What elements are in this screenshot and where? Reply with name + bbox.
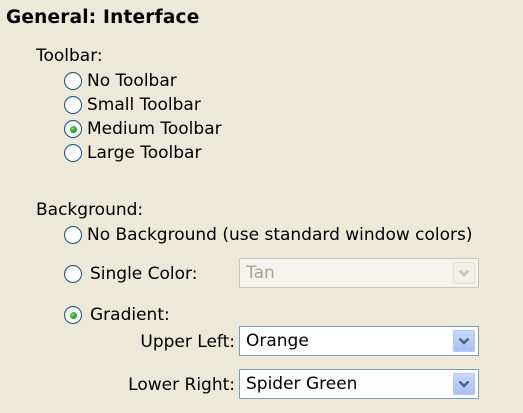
radio-medium-toolbar[interactable]: Medium Toolbar — [64, 119, 222, 139]
radio-small-toolbar[interactable]: Small Toolbar — [64, 95, 201, 115]
radio-dot-icon — [69, 125, 77, 133]
radio-large-toolbar[interactable]: Large Toolbar — [64, 143, 201, 163]
dropdown-button[interactable] — [453, 373, 475, 395]
chevron-down-icon — [458, 337, 470, 345]
lower-right-select[interactable]: Spider Green — [239, 369, 479, 399]
radio-gradient[interactable]: Gradient: — [64, 305, 170, 325]
radio-label-gradient: Gradient: — [90, 305, 170, 325]
radio-selected-icon[interactable] — [64, 120, 82, 138]
single-color-value: Tan — [246, 263, 275, 283]
chevron-down-icon — [458, 380, 470, 388]
background-group-label: Background: — [36, 200, 144, 220]
lower-right-value: Spider Green — [246, 374, 358, 394]
radio-label-large-toolbar: Large Toolbar — [87, 143, 202, 163]
radio-label-no-background: No Background (use standard window color… — [87, 225, 473, 245]
toolbar-group-label: Toolbar: — [36, 46, 103, 66]
radio-icon[interactable] — [64, 226, 82, 244]
radio-icon[interactable] — [64, 96, 82, 114]
dropdown-button[interactable] — [453, 330, 475, 352]
radio-no-background[interactable]: No Background (use standard window color… — [64, 225, 473, 245]
radio-selected-icon[interactable] — [64, 306, 82, 324]
radio-icon[interactable] — [64, 72, 82, 90]
radio-label-medium-toolbar: Medium Toolbar — [87, 119, 222, 139]
radio-label-no-toolbar: No Toolbar — [87, 71, 177, 91]
radio-label-single-color: Single Color: — [90, 264, 198, 284]
lower-right-label: Lower Right: — [128, 375, 235, 395]
radio-no-toolbar[interactable]: No Toolbar — [64, 71, 177, 91]
radio-icon[interactable] — [64, 144, 82, 162]
upper-left-select[interactable]: Orange — [239, 326, 479, 356]
section-title: General: Interface — [6, 7, 200, 28]
chevron-down-icon — [458, 269, 470, 277]
upper-left-value: Orange — [246, 331, 309, 351]
single-color-select: Tan — [239, 258, 479, 288]
upper-left-label: Upper Left: — [140, 332, 235, 352]
dropdown-button — [453, 262, 475, 284]
radio-single-color[interactable]: Single Color: — [64, 264, 197, 284]
radio-label-small-toolbar: Small Toolbar — [87, 95, 201, 115]
radio-dot-icon — [69, 311, 77, 319]
radio-icon[interactable] — [64, 265, 82, 283]
